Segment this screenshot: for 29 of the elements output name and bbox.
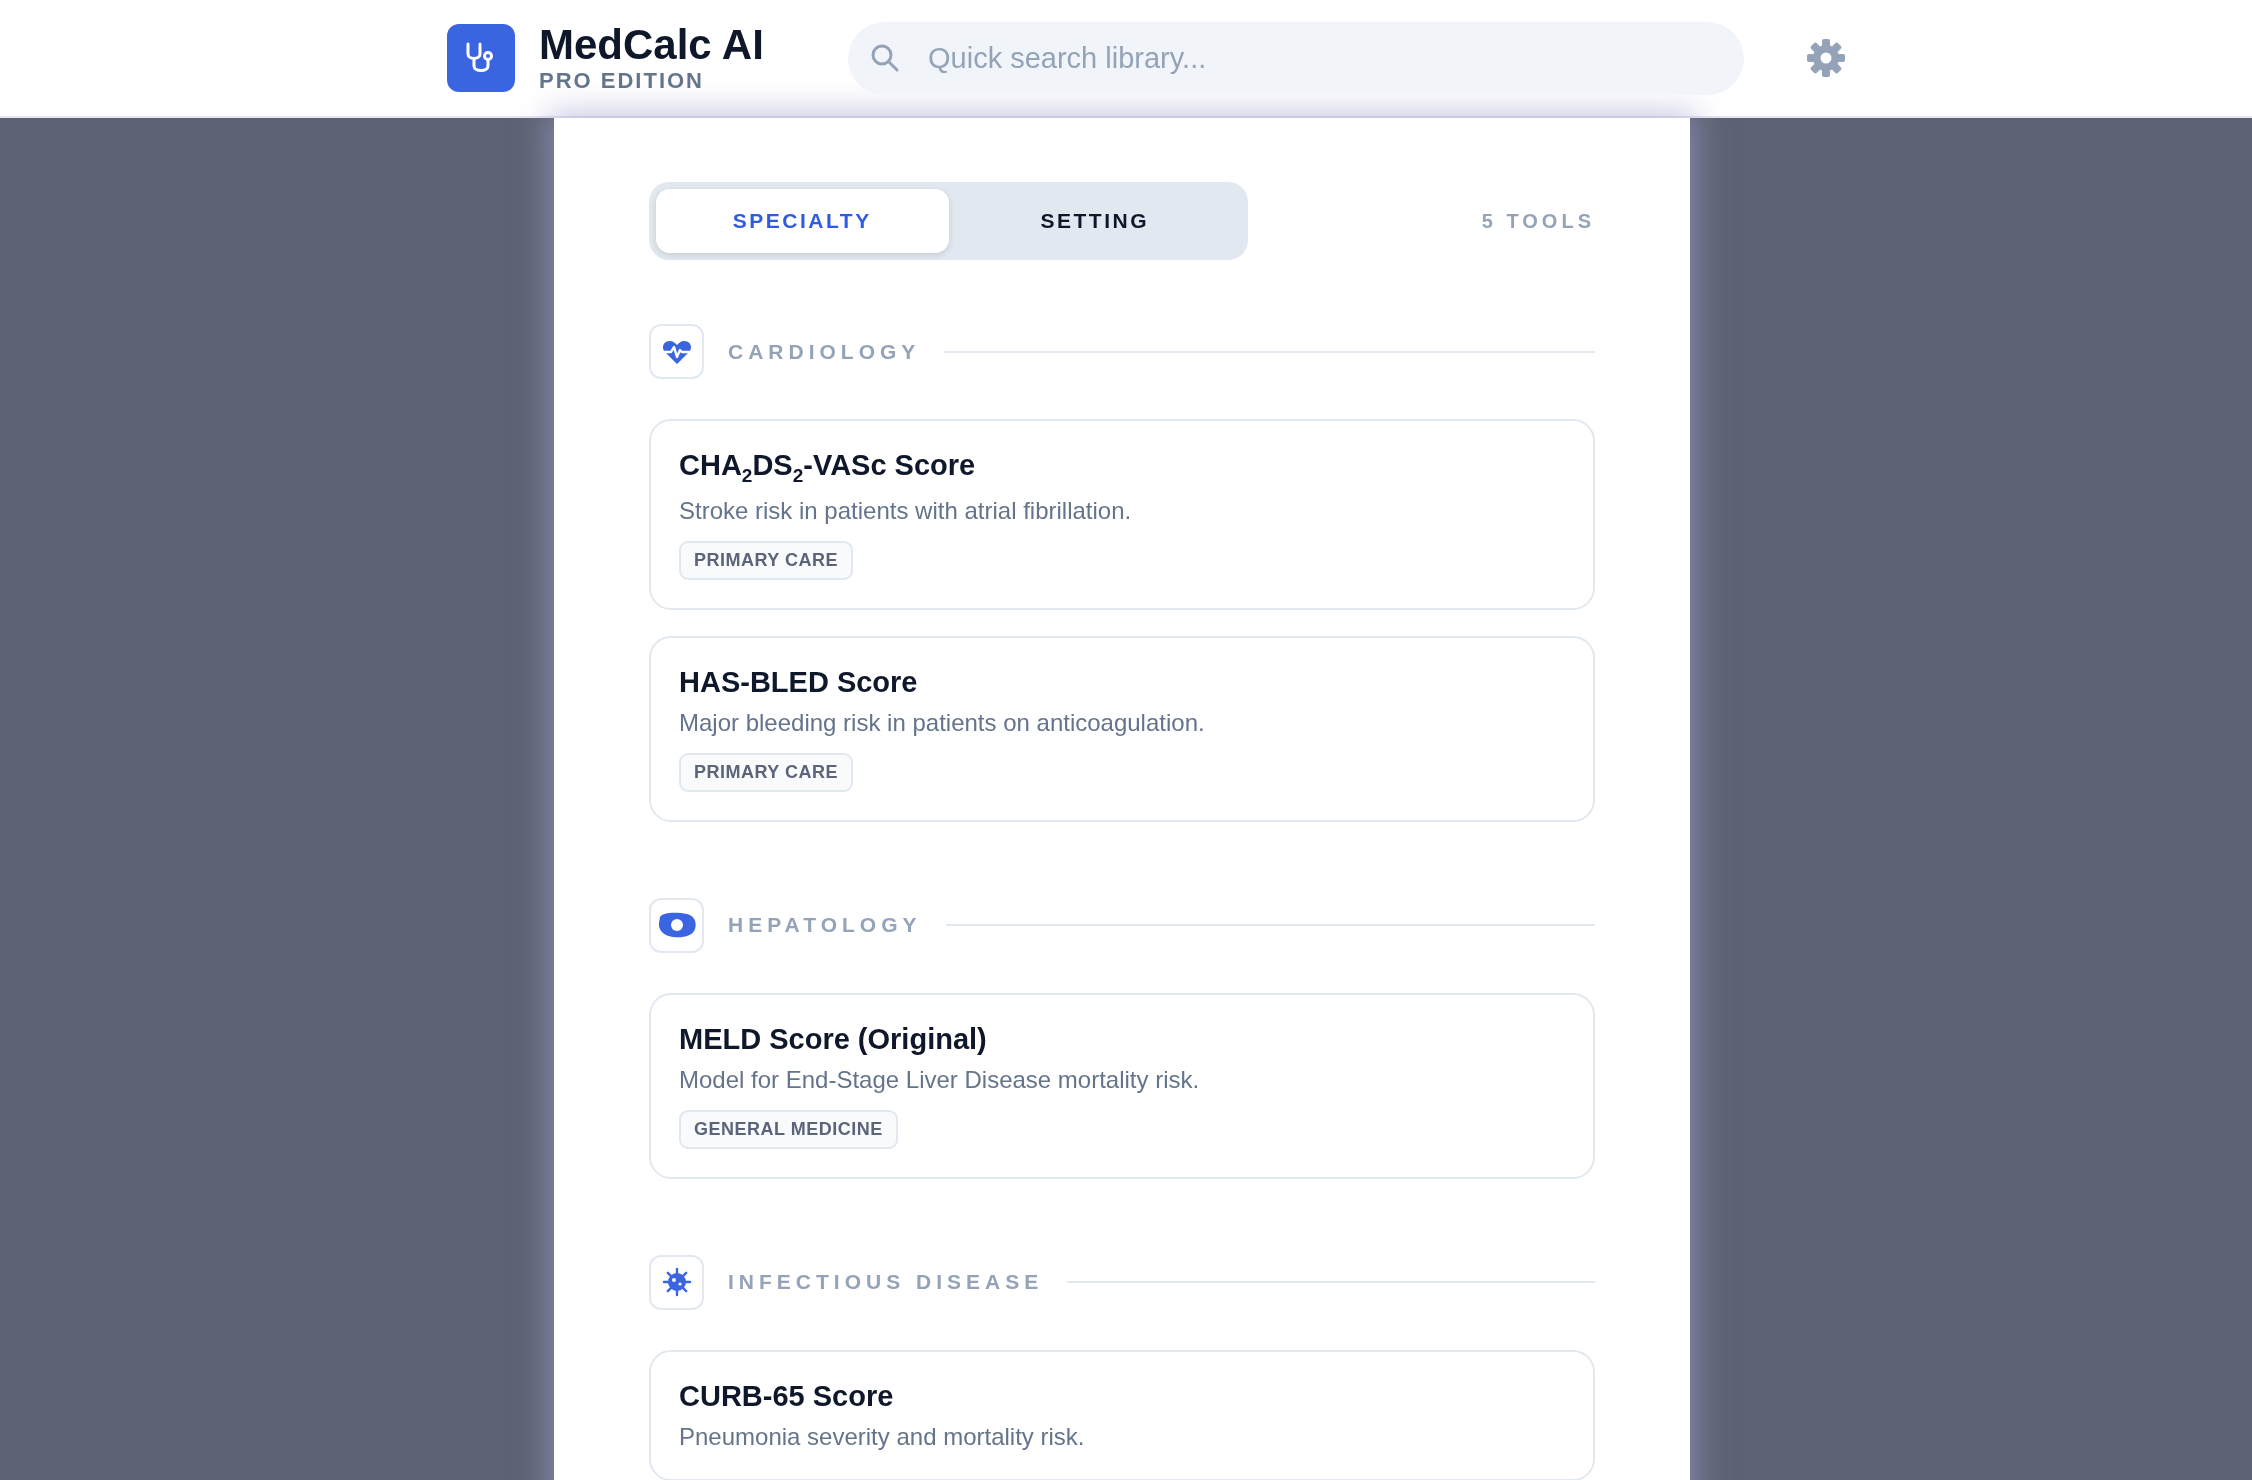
calculator-description: Pneumonia severity and mortality risk. — [679, 1422, 1086, 1451]
calculator-card[interactable]: HAS-BLED Score Major bleeding risk in patients on anticoagulation. PRIMARY CARE — [649, 635, 1595, 822]
setting-tag: GENERAL MEDICINE — [679, 1109, 898, 1149]
setting-tag: PRIMARY CARE — [679, 540, 853, 580]
heartbeat-icon — [661, 338, 692, 365]
calculator-name: HAS-BLED Score — [679, 665, 919, 699]
tool-count: 5 TOOLS — [1481, 209, 1595, 233]
search-field[interactable]: Quick search library... — [848, 21, 1744, 95]
calculator-name: CURB-65 Score — [679, 1379, 895, 1413]
virus-icon — [660, 1266, 693, 1299]
setting-tag: PRIMARY CARE — [679, 752, 853, 792]
calculator-description: Stroke risk in patients with atrial fibrillation. — [679, 496, 1133, 525]
calculator-card[interactable]: MELD Score (Original) Model for End-Stage Liver Disease mortality risk. GENERAL MEDICINE — [649, 992, 1595, 1179]
liver-icon — [656, 911, 697, 940]
app-title: MedCalc AI — [539, 22, 765, 68]
section-title: HEPATOLOGY — [728, 913, 922, 938]
app-edition: PRO EDITION — [539, 68, 705, 94]
calculator-card[interactable]: CURB-65 Score Pneumonia severity and mortality risk. — [649, 1349, 1595, 1480]
section-title: INFECTIOUS DISEASE — [728, 1270, 1044, 1295]
calculator-name: MELD Score (Original) — [679, 1022, 988, 1056]
calculator-description: Major bleeding risk in patients on anticoagulation. — [679, 708, 1206, 737]
calculator-name: CHA$_{2}$DS$_{2}$-VASc Score — [679, 449, 977, 487]
section-title: CARDIOLOGY — [728, 339, 921, 364]
settings-icon[interactable] — [1806, 38, 1846, 78]
calculator-description: Model for End-Stage Liver Disease mortality risk. — [679, 1065, 1201, 1094]
filter-tab[interactable]: SPECIALTY — [656, 189, 949, 253]
filter-tab[interactable]: SETTING — [948, 189, 1241, 253]
calculator-card[interactable]: CHA$_{2}$DS$_{2}$-VASc Score Stroke risk in patients with atrial fibrillation. PRIMARY CARE — [649, 419, 1595, 610]
stethoscope-logo-icon — [447, 24, 515, 92]
